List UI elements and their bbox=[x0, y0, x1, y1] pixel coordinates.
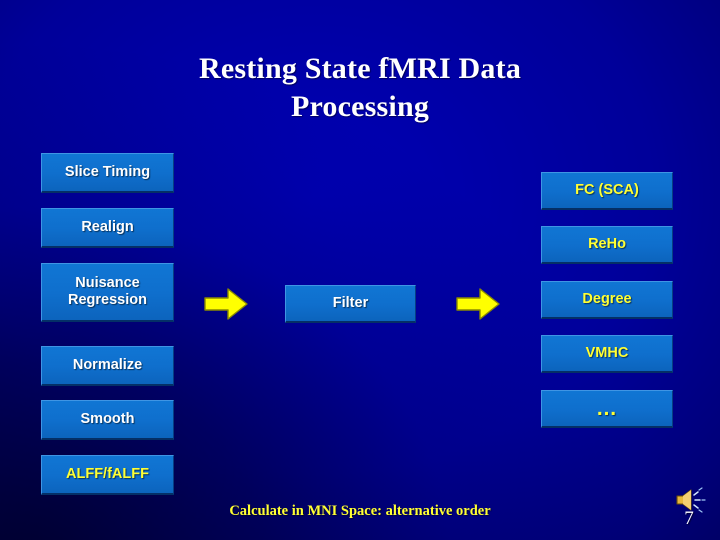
box-alff-falff[interactable]: ALFF/fALFF bbox=[41, 455, 174, 495]
box-smooth[interactable]: Smooth bbox=[41, 400, 174, 440]
page-number: 7 bbox=[684, 508, 694, 529]
box-more-measures[interactable]: … bbox=[541, 390, 673, 428]
box-degree[interactable]: Degree bbox=[541, 281, 673, 319]
box-realign[interactable]: Realign bbox=[41, 208, 174, 248]
box-slice-timing[interactable]: Slice Timing bbox=[41, 153, 174, 193]
box-reho[interactable]: ReHo bbox=[541, 226, 673, 264]
box-nuisance-regression[interactable]: Nuisance Regression bbox=[41, 263, 174, 322]
arrow-from-filter-icon bbox=[455, 287, 501, 321]
arrow-to-filter-icon bbox=[203, 287, 249, 321]
page-title-line-2: Processing bbox=[290, 90, 430, 123]
slide-canvas: Resting State fMRI Data Processing Slice… bbox=[0, 0, 720, 540]
box-filter[interactable]: Filter bbox=[285, 285, 416, 323]
page-title: Resting State fMRI Data Processing bbox=[0, 50, 720, 126]
box-fc-sca[interactable]: FC (SCA) bbox=[541, 172, 673, 210]
box-vmhc[interactable]: VMHC bbox=[541, 335, 673, 373]
box-normalize[interactable]: Normalize bbox=[41, 346, 174, 386]
slide-caption: Calculate in MNI Space: alternative orde… bbox=[229, 503, 491, 519]
page-title-line-1: Resting State fMRI Data bbox=[198, 52, 522, 85]
